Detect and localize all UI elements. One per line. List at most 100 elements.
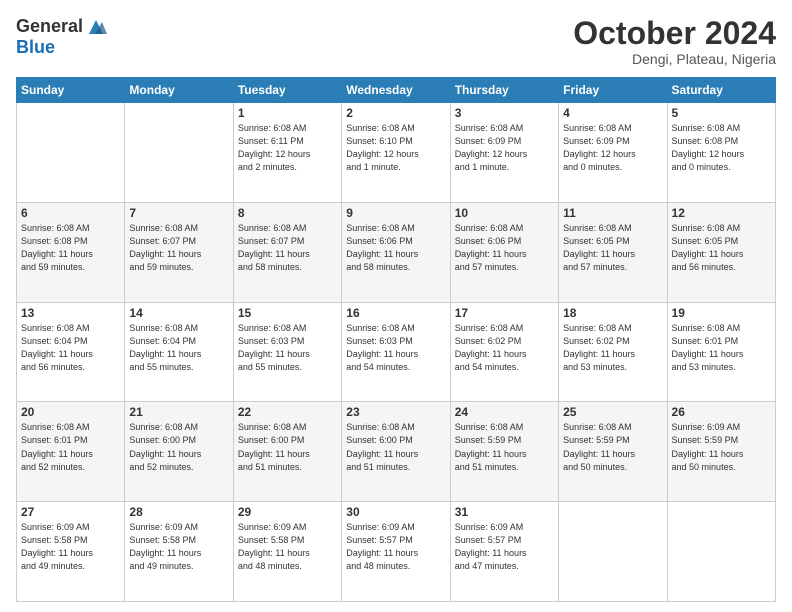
day-number: 24 xyxy=(455,405,554,419)
calendar-cell xyxy=(667,502,775,602)
calendar-cell: 25Sunrise: 6:08 AMSunset: 5:59 PMDayligh… xyxy=(559,402,667,502)
calendar-cell: 29 Sunrise: 6:09 AMSunset: 5:58 PMDayligh… xyxy=(233,502,341,602)
calendar-header-thursday: Thursday xyxy=(450,78,558,103)
day-number: 17 xyxy=(455,306,554,320)
day-number: 18 xyxy=(563,306,662,320)
header: General Blue October 2024 Dengi, Plateau… xyxy=(16,16,776,67)
cell-info: Sunrise: 6:08 AMSunset: 6:02 PMDaylight:… xyxy=(455,322,554,374)
day-number: 11 xyxy=(563,206,662,220)
day-number: 22 xyxy=(238,405,337,419)
title-block: October 2024 Dengi, Plateau, Nigeria xyxy=(573,16,776,67)
cell-info: Sunrise: 6:08 AMSunset: 6:07 PMDaylight:… xyxy=(129,222,228,274)
day-number: 15 xyxy=(238,306,337,320)
logo-icon xyxy=(85,16,107,38)
cell-info: Sunrise: 6:08 AMSunset: 6:09 PMDaylight:… xyxy=(563,122,662,174)
cell-info: Sunrise: 6:08 AMSunset: 6:05 PMDaylight:… xyxy=(563,222,662,274)
cell-info: Sunrise: 6:08 AMSunset: 6:00 PMDaylight:… xyxy=(129,421,228,473)
logo: General Blue xyxy=(16,16,107,58)
day-number: 23 xyxy=(346,405,445,419)
day-number: 20 xyxy=(21,405,120,419)
cell-info: Sunrise: 6:08 AMSunset: 6:06 PMDaylight:… xyxy=(346,222,445,274)
calendar-cell: 11 Sunrise: 6:08 AMSunset: 6:05 PMDayligh… xyxy=(559,202,667,302)
cell-info: Sunrise: 6:08 AMSunset: 6:04 PMDaylight:… xyxy=(129,322,228,374)
day-number: 30 xyxy=(346,505,445,519)
day-number: 8 xyxy=(238,206,337,220)
day-number: 14 xyxy=(129,306,228,320)
calendar-cell xyxy=(559,502,667,602)
cell-info: Sunrise: 6:08 AMSunset: 5:59 PMDaylight:… xyxy=(455,421,554,473)
calendar-cell: 21Sunrise: 6:08 AMSunset: 6:00 PMDayligh… xyxy=(125,402,233,502)
calendar-cell: 17 Sunrise: 6:08 AMSunset: 6:02 PMDayligh… xyxy=(450,302,558,402)
calendar-cell: 14 Sunrise: 6:08 AMSunset: 6:04 PMDayligh… xyxy=(125,302,233,402)
calendar-header-row: SundayMondayTuesdayWednesdayThursdayFrid… xyxy=(17,78,776,103)
day-number: 13 xyxy=(21,306,120,320)
day-number: 4 xyxy=(563,106,662,120)
calendar-cell: 28 Sunrise: 6:09 AMSunset: 5:58 PMDayligh… xyxy=(125,502,233,602)
calendar-cell: 19Sunrise: 6:08 AMSunset: 6:01 PMDayligh… xyxy=(667,302,775,402)
day-number: 7 xyxy=(129,206,228,220)
calendar-cell: 12Sunrise: 6:08 AMSunset: 6:05 PMDayligh… xyxy=(667,202,775,302)
calendar-cell xyxy=(125,103,233,203)
day-number: 3 xyxy=(455,106,554,120)
cell-info: Sunrise: 6:08 AMSunset: 6:03 PMDaylight:… xyxy=(238,322,337,374)
day-number: 12 xyxy=(672,206,771,220)
cell-info: Sunrise: 6:09 AMSunset: 5:59 PMDaylight:… xyxy=(672,421,771,473)
cell-info: Sunrise: 6:08 AMSunset: 6:08 PMDaylight:… xyxy=(672,122,771,174)
day-number: 2 xyxy=(346,106,445,120)
calendar-header-wednesday: Wednesday xyxy=(342,78,450,103)
cell-info: Sunrise: 6:09 AMSunset: 5:58 PMDaylight:… xyxy=(238,521,337,573)
day-number: 28 xyxy=(129,505,228,519)
cell-info: Sunrise: 6:08 AMSunset: 6:11 PMDaylight:… xyxy=(238,122,337,174)
calendar-cell: 30 Sunrise: 6:09 AMSunset: 5:57 PMDayligh… xyxy=(342,502,450,602)
logo-general-text: General xyxy=(16,17,83,37)
calendar-cell: 9 Sunrise: 6:08 AMSunset: 6:06 PMDaylight… xyxy=(342,202,450,302)
calendar-cell: 3 Sunrise: 6:08 AMSunset: 6:09 PMDaylight… xyxy=(450,103,558,203)
calendar-cell: 7 Sunrise: 6:08 AMSunset: 6:07 PMDaylight… xyxy=(125,202,233,302)
day-number: 25 xyxy=(563,405,662,419)
cell-info: Sunrise: 6:09 AMSunset: 5:58 PMDaylight:… xyxy=(21,521,120,573)
day-number: 27 xyxy=(21,505,120,519)
cell-info: Sunrise: 6:08 AMSunset: 6:00 PMDaylight:… xyxy=(346,421,445,473)
calendar-week-row: 6Sunrise: 6:08 AMSunset: 6:08 PMDaylight… xyxy=(17,202,776,302)
cell-info: Sunrise: 6:08 AMSunset: 6:10 PMDaylight:… xyxy=(346,122,445,174)
calendar-week-row: 13 Sunrise: 6:08 AMSunset: 6:04 PMDayligh… xyxy=(17,302,776,402)
calendar-cell: 26 Sunrise: 6:09 AMSunset: 5:59 PMDayligh… xyxy=(667,402,775,502)
calendar-table: SundayMondayTuesdayWednesdayThursdayFrid… xyxy=(16,77,776,602)
calendar-cell: 2 Sunrise: 6:08 AMSunset: 6:10 PMDaylight… xyxy=(342,103,450,203)
cell-info: Sunrise: 6:08 AMSunset: 6:09 PMDaylight:… xyxy=(455,122,554,174)
day-number: 6 xyxy=(21,206,120,220)
day-number: 26 xyxy=(672,405,771,419)
cell-info: Sunrise: 6:08 AMSunset: 6:06 PMDaylight:… xyxy=(455,222,554,274)
day-number: 31 xyxy=(455,505,554,519)
day-number: 9 xyxy=(346,206,445,220)
calendar-cell: 8 Sunrise: 6:08 AMSunset: 6:07 PMDaylight… xyxy=(233,202,341,302)
calendar-week-row: 1Sunrise: 6:08 AMSunset: 6:11 PMDaylight… xyxy=(17,103,776,203)
cell-info: Sunrise: 6:08 AMSunset: 6:01 PMDaylight:… xyxy=(21,421,120,473)
calendar-cell: 4 Sunrise: 6:08 AMSunset: 6:09 PMDaylight… xyxy=(559,103,667,203)
calendar-cell: 18 Sunrise: 6:08 AMSunset: 6:02 PMDayligh… xyxy=(559,302,667,402)
cell-info: Sunrise: 6:09 AMSunset: 5:57 PMDaylight:… xyxy=(455,521,554,573)
logo-blue-text: Blue xyxy=(16,38,107,58)
location: Dengi, Plateau, Nigeria xyxy=(573,51,776,67)
cell-info: Sunrise: 6:08 AMSunset: 6:02 PMDaylight:… xyxy=(563,322,662,374)
cell-info: Sunrise: 6:09 AMSunset: 5:57 PMDaylight:… xyxy=(346,521,445,573)
calendar-week-row: 20 Sunrise: 6:08 AMSunset: 6:01 PMDayligh… xyxy=(17,402,776,502)
cell-info: Sunrise: 6:09 AMSunset: 5:58 PMDaylight:… xyxy=(129,521,228,573)
day-number: 5 xyxy=(672,106,771,120)
calendar-cell: 15 Sunrise: 6:08 AMSunset: 6:03 PMDayligh… xyxy=(233,302,341,402)
month-title: October 2024 xyxy=(573,16,776,51)
calendar-header-tuesday: Tuesday xyxy=(233,78,341,103)
page: General Blue October 2024 Dengi, Plateau… xyxy=(0,0,792,612)
cell-info: Sunrise: 6:08 AMSunset: 6:04 PMDaylight:… xyxy=(21,322,120,374)
calendar-cell: 20 Sunrise: 6:08 AMSunset: 6:01 PMDayligh… xyxy=(17,402,125,502)
cell-info: Sunrise: 6:08 AMSunset: 6:01 PMDaylight:… xyxy=(672,322,771,374)
calendar-cell: 27 Sunrise: 6:09 AMSunset: 5:58 PMDayligh… xyxy=(17,502,125,602)
day-number: 29 xyxy=(238,505,337,519)
calendar-header-saturday: Saturday xyxy=(667,78,775,103)
calendar-cell: 23 Sunrise: 6:08 AMSunset: 6:00 PMDayligh… xyxy=(342,402,450,502)
day-number: 16 xyxy=(346,306,445,320)
cell-info: Sunrise: 6:08 AMSunset: 6:07 PMDaylight:… xyxy=(238,222,337,274)
calendar-cell: 22Sunrise: 6:08 AMSunset: 6:00 PMDayligh… xyxy=(233,402,341,502)
calendar-cell: 31 Sunrise: 6:09 AMSunset: 5:57 PMDayligh… xyxy=(450,502,558,602)
cell-info: Sunrise: 6:08 AMSunset: 6:03 PMDaylight:… xyxy=(346,322,445,374)
